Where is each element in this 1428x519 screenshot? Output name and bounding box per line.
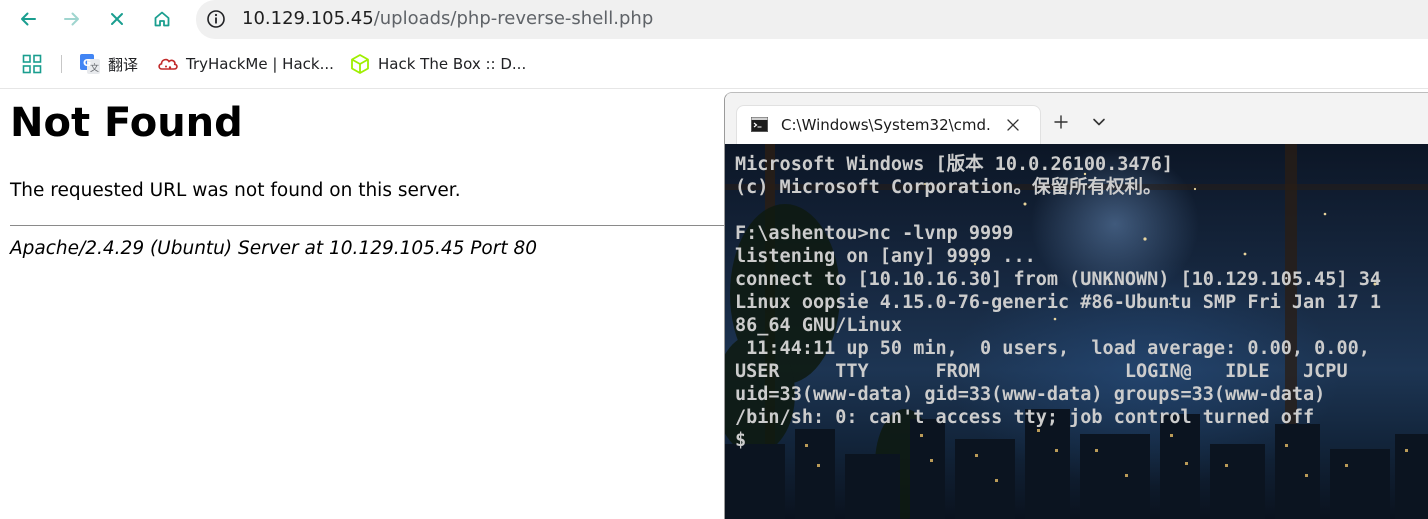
server-signature: Apache/2.4.29 (Ubuntu) Server at 10.129.… bbox=[10, 238, 537, 259]
divider bbox=[10, 225, 726, 226]
home-icon bbox=[154, 11, 170, 27]
arrow-left-icon bbox=[21, 12, 36, 26]
bookmark-label: TryHackMe | Hack... bbox=[186, 55, 334, 73]
svg-text:文: 文 bbox=[90, 62, 99, 74]
tryhackme-cloud-icon bbox=[158, 58, 178, 70]
new-tab-plus-icon[interactable] bbox=[1053, 114, 1069, 130]
bookmark-tryhackme[interactable]: TryHackMe | Hack... bbox=[157, 52, 334, 76]
bookmark-label: Hack The Box :: D... bbox=[378, 55, 527, 73]
bookmarks-bar: G 文 翻译 TryHackMe | Hack... Hack The Box … bbox=[0, 39, 1428, 89]
terminal-line: Linux oopsie 4.15.0-76-generic #86-Ubunt… bbox=[735, 292, 1382, 313]
url-host: 10.129.105.45 bbox=[242, 8, 374, 29]
bookmarks-separator bbox=[61, 55, 62, 73]
home-button[interactable] bbox=[149, 6, 175, 32]
chevron-down-icon[interactable] bbox=[1092, 117, 1106, 127]
terminal-tab[interactable]: C:\Windows\System32\cmd.exe bbox=[736, 105, 1041, 145]
terminal-line: connect to [10.10.16.30] from (UNKNOWN) … bbox=[735, 269, 1382, 290]
terminal-line: uid=33(www-data) gid=33(www-data) groups… bbox=[735, 384, 1326, 405]
back-button[interactable] bbox=[15, 6, 41, 32]
stop-loading-button[interactable] bbox=[104, 6, 130, 32]
terminal-output: Microsoft Windows [版本 10.0.26100.3476] (c… bbox=[735, 153, 1381, 452]
google-translate-icon: G 文 bbox=[80, 54, 100, 74]
bookmark-label: 翻译 bbox=[108, 55, 139, 74]
browser-toolbar: 10.129.105.45/uploads/php-reverse-shell.… bbox=[0, 0, 1428, 39]
bookmark-hackthebox[interactable]: Hack The Box :: D... bbox=[349, 52, 526, 76]
terminal-line: 11:44:11 up 50 min, 0 users, load averag… bbox=[735, 338, 1370, 359]
error-message: The requested URL was not found on this … bbox=[10, 180, 461, 201]
terminal-line: F:\ashentou>nc -lvnp 9999 bbox=[735, 223, 1014, 244]
url-path: /uploads/php-reverse-shell.php bbox=[373, 8, 654, 29]
info-icon[interactable] bbox=[206, 9, 226, 29]
page-title: Not Found bbox=[10, 100, 243, 146]
terminal-line: USER TTY FROM LOGIN@ IDLE JCPU bbox=[735, 361, 1348, 382]
arrow-right-icon bbox=[64, 12, 79, 26]
bookmark-translate[interactable]: G 文 翻译 bbox=[79, 52, 138, 76]
terminal-window[interactable]: C:\Windows\System32\cmd.exe bbox=[724, 92, 1428, 519]
terminal-line: listening on [any] 9999 ... bbox=[735, 246, 1036, 267]
url-text[interactable]: 10.129.105.45/uploads/php-reverse-shell.… bbox=[242, 8, 653, 29]
terminal-tab-title: C:\Windows\System32\cmd.exe bbox=[781, 116, 991, 134]
terminal-titlebar[interactable]: C:\Windows\System32\cmd.exe bbox=[725, 93, 1428, 145]
forward-button[interactable] bbox=[59, 6, 85, 32]
terminal-prompt[interactable]: $ bbox=[735, 429, 1381, 452]
terminal-line: (c) Microsoft Corporation。保留所有权利。 bbox=[735, 177, 1162, 198]
apps-button[interactable] bbox=[22, 52, 42, 76]
close-icon[interactable] bbox=[1005, 117, 1021, 133]
terminal-line: 86_64 GNU/Linux bbox=[735, 315, 903, 336]
terminal-line: Microsoft Windows [版本 10.0.26100.3476] bbox=[735, 154, 1173, 175]
apps-grid-icon bbox=[22, 54, 42, 74]
close-icon bbox=[111, 13, 123, 25]
terminal-line: /bin/sh: 0: can't access tty; job contro… bbox=[735, 407, 1315, 428]
address-bar[interactable]: 10.129.105.45/uploads/php-reverse-shell.… bbox=[196, 0, 1428, 39]
hackthebox-cube-icon bbox=[351, 54, 369, 74]
terminal-body[interactable]: Microsoft Windows [版本 10.0.26100.3476] (c… bbox=[725, 144, 1428, 519]
command-prompt-icon bbox=[751, 117, 768, 132]
